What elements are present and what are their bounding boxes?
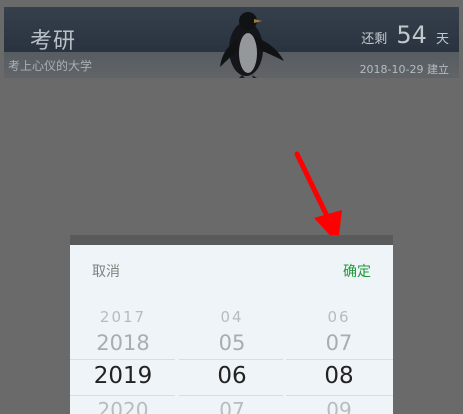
year-option[interactable]: 2018 <box>70 333 176 354</box>
selection-divider <box>179 359 283 360</box>
day-option[interactable]: 06 <box>286 310 392 325</box>
dialog-top-edge <box>70 235 393 245</box>
month-option[interactable]: 05 <box>179 333 285 354</box>
confirm-button[interactable]: 确定 <box>343 261 371 281</box>
month-option[interactable]: 04 <box>179 310 285 325</box>
year-selected[interactable]: 2019 <box>70 365 176 388</box>
created-date: 2018-10-29 建立 <box>359 63 449 76</box>
selection-divider <box>70 359 175 360</box>
remaining-label: 还剩 <box>361 32 388 47</box>
year-option[interactable]: 2017 <box>70 310 176 325</box>
date-picker-dialog: 取消 确定 2017 2018 2019 2020 04 05 06 07 06… <box>70 235 393 414</box>
year-option[interactable]: 2020 <box>70 400 176 414</box>
cancel-button[interactable]: 取消 <box>92 261 120 281</box>
red-arrow-annotation <box>294 151 342 244</box>
banner-subtitle: 考上心仪的大学 <box>8 59 93 73</box>
remaining-unit: 天 <box>435 32 449 47</box>
remaining-days: 还剩 54 天 <box>361 21 449 49</box>
day-selected[interactable]: 08 <box>286 365 392 388</box>
selection-divider <box>286 395 393 396</box>
selection-divider <box>179 395 283 396</box>
selection-divider <box>286 359 393 360</box>
month-selected[interactable]: 06 <box>179 365 285 388</box>
month-option[interactable]: 07 <box>179 400 285 414</box>
countdown-banner[interactable]: 考研 考上心仪的大学 还剩 54 天 2018-10-29 建立 <box>4 7 459 78</box>
selection-divider <box>70 395 175 396</box>
day-option[interactable]: 07 <box>286 333 392 354</box>
banner-title: 考研 <box>30 29 77 54</box>
day-option[interactable]: 09 <box>286 400 392 414</box>
remaining-count: 54 <box>396 21 427 49</box>
